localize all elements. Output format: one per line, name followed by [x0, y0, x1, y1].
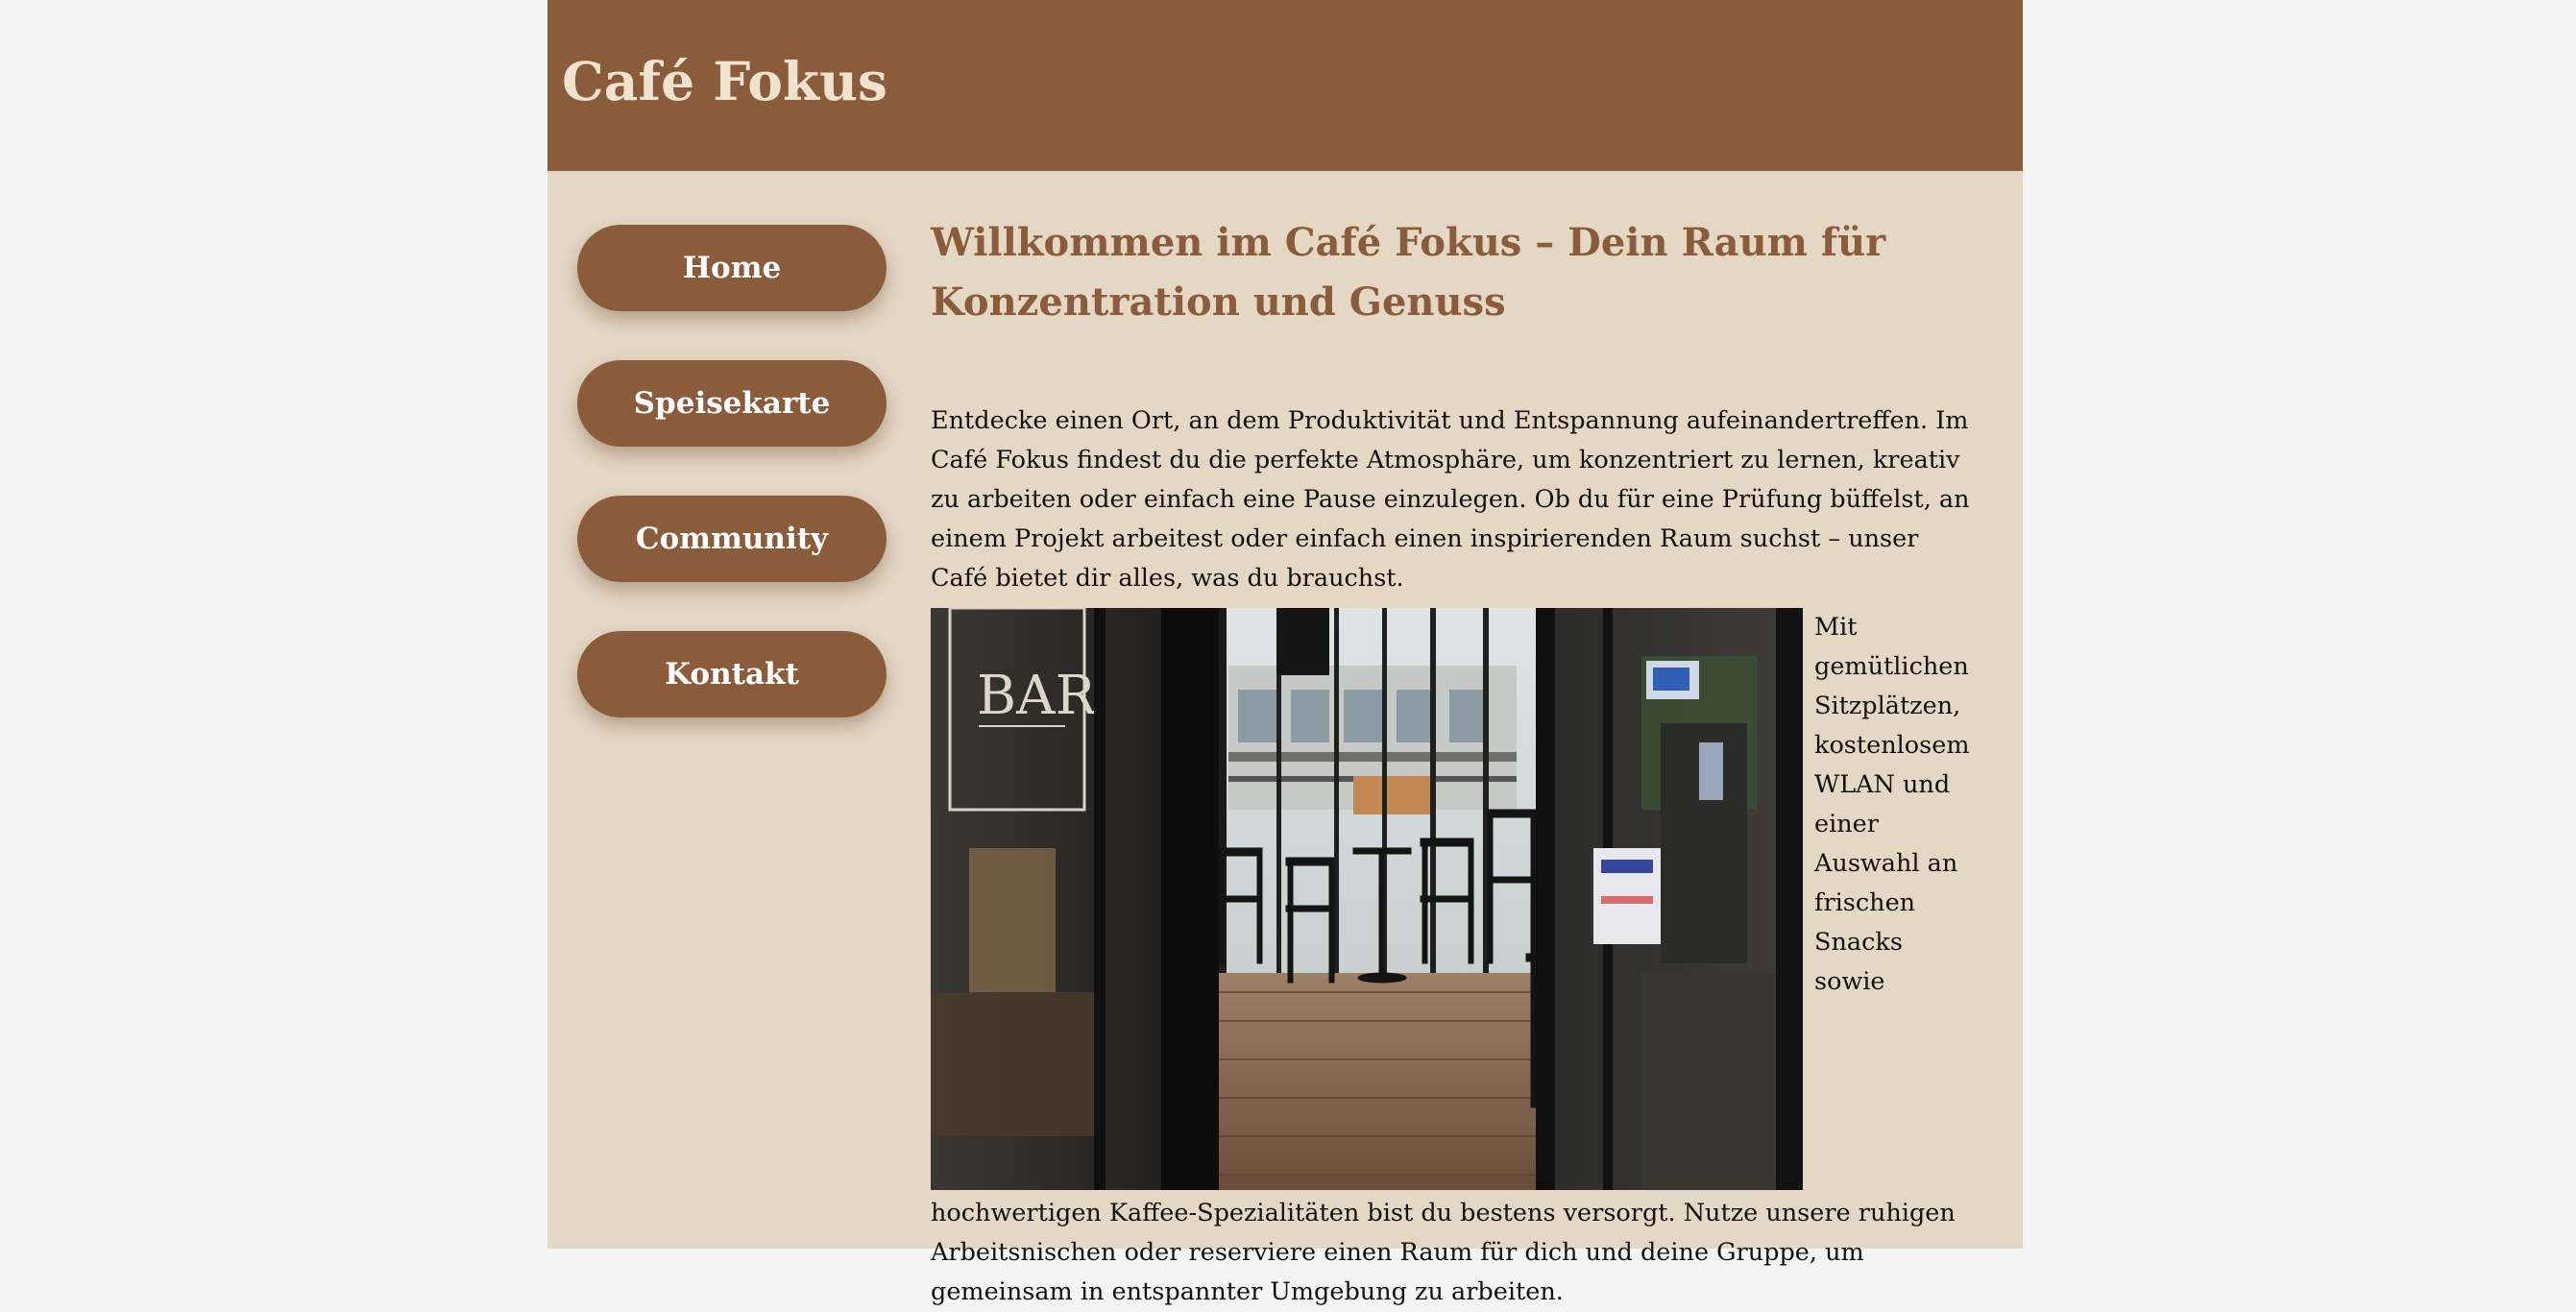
intro-paragraph: Entdecke einen Ort, an dem Produktivität…	[931, 406, 1970, 593]
nav-community-button[interactable]: Community	[577, 496, 887, 582]
page: Café Fokus Home Speisekarte Community Ko…	[547, 0, 2023, 1306]
site-header: Café Fokus	[547, 0, 2023, 171]
cafe-interior-photo: BAR	[931, 608, 1803, 1190]
nav-kontakt-button[interactable]: Kontakt	[577, 631, 887, 717]
photo-section: BAR Mit gemütlichen Sitzplätzen, kostenl…	[931, 608, 1978, 1312]
main-nav: Home Speisekarte Community Kontakt	[577, 225, 887, 766]
site-title: Café Fokus	[562, 50, 887, 112]
main-content: Willkommen im Café Fokus – Dein Raum für…	[931, 213, 1978, 1306]
page-headline: Willkommen im Café Fokus – Dein Raum für…	[931, 220, 1886, 325]
nav-home-button[interactable]: Home	[577, 225, 887, 311]
photo-bar-sign: BAR	[977, 665, 1098, 727]
nav-speisekarte-button[interactable]: Speisekarte	[577, 360, 887, 447]
